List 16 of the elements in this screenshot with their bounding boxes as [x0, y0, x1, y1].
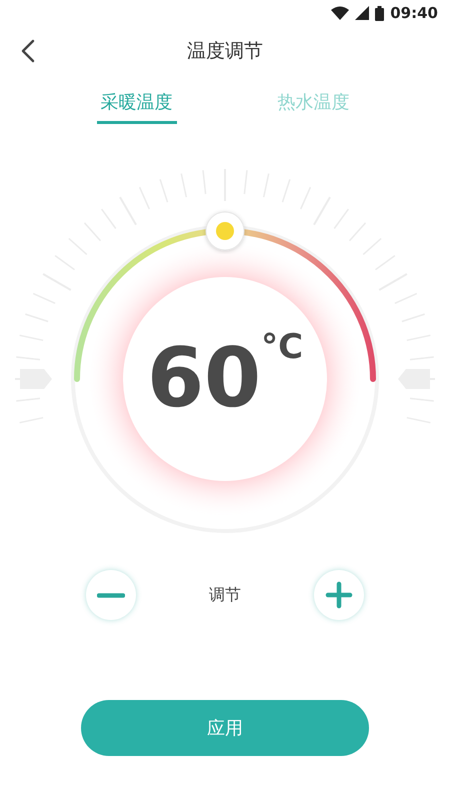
tab[interactable]: 热水温度	[274, 80, 354, 124]
wifi-icon	[331, 6, 350, 20]
status-time: 09:40	[390, 4, 438, 22]
temperature-unit: °C	[261, 327, 304, 367]
minus-icon	[97, 592, 125, 598]
plus-icon	[325, 581, 353, 609]
page-title: 温度调节	[187, 39, 263, 64]
battery-icon	[375, 6, 384, 20]
apply-button[interactable]: 应用	[81, 700, 369, 756]
signal-icon	[355, 6, 370, 20]
adjust-label: 调节	[209, 584, 241, 606]
dial-handle[interactable]	[206, 212, 244, 250]
increase-button[interactable]	[314, 570, 364, 620]
temperature-value: 60	[146, 338, 262, 420]
tab[interactable]: 采暖温度	[96, 80, 176, 124]
decrease-button[interactable]	[86, 570, 136, 620]
